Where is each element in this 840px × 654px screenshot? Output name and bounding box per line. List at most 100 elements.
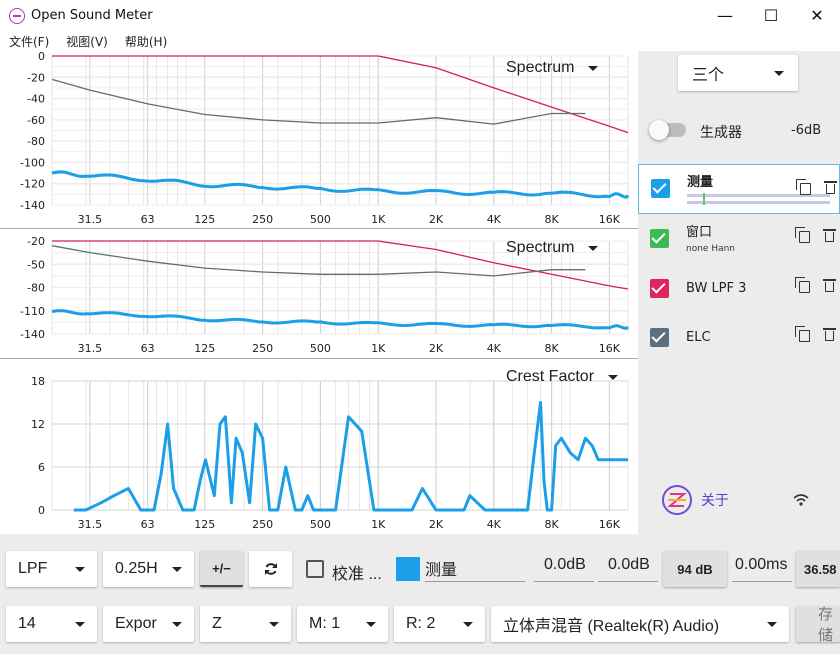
minimize-button[interactable]: — xyxy=(702,0,748,31)
gain-underline-2 xyxy=(598,581,658,582)
toolbar-bottom: 14 Expor Z M: 1 R: 2 立体声混音 (Realtek(R) A… xyxy=(0,598,840,654)
copy-icon[interactable] xyxy=(795,277,810,293)
chevron-down-icon xyxy=(774,70,784,76)
y-tick-label: 0 xyxy=(38,51,45,63)
weighting-select-label: Z xyxy=(212,615,222,632)
delay-underline xyxy=(732,581,792,582)
source-item-elc[interactable]: ELC xyxy=(638,314,840,364)
y-tick-label: -50 xyxy=(27,258,45,271)
x-tick-label: 2K xyxy=(429,213,444,226)
menu-file[interactable]: 文件(F) xyxy=(9,33,49,50)
generator-toggle[interactable] xyxy=(649,120,686,140)
menu-help[interactable]: 帮助(H) xyxy=(125,33,167,50)
calibrate-checkbox[interactable] xyxy=(306,560,324,578)
fft-size-label: 14 xyxy=(18,615,36,632)
menu-bar: 文件(F) 视图(V) 帮助(H) xyxy=(0,31,840,51)
source-item-measure[interactable]: 测量 xyxy=(638,164,840,214)
filter-select[interactable]: LPF xyxy=(6,551,97,587)
measure-channel-select[interactable]: M: 1 xyxy=(297,606,388,642)
chevron-down-icon xyxy=(75,566,85,572)
x-tick-label: 31.5 xyxy=(78,342,103,355)
series-line-measure xyxy=(51,170,630,199)
generator-label: 生成器 xyxy=(700,125,742,141)
plot-type-select-2[interactable]: Spectrum xyxy=(506,239,599,257)
spectrum-plot-2[interactable]: 31.5 63 125 250 500 1K 2K 4K 8K 16K -20 -50 -80 -110 -… xyxy=(0,230,638,359)
y-tick-label: -80 xyxy=(27,135,45,148)
x-tick-label: 4K xyxy=(487,342,502,355)
chevron-down-icon xyxy=(269,621,279,627)
y-tick-label: -20 xyxy=(27,235,45,248)
x-tick-label: 4K xyxy=(487,213,502,226)
x-tick-label: 63 xyxy=(141,213,155,226)
speed-select[interactable]: 0.25H xyxy=(103,551,194,587)
source-name: 测量 xyxy=(687,175,714,190)
x-tick-label: 125 xyxy=(194,342,215,355)
y-tick-label: 18 xyxy=(31,375,45,388)
gain-field-1[interactable]: 0.0dB xyxy=(544,556,586,574)
gain-field-2[interactable]: 0.0dB xyxy=(608,556,650,574)
source-color-swatch[interactable] xyxy=(396,557,420,581)
x-tick-label: 8K xyxy=(544,213,559,226)
audio-device-select[interactable]: 立体声混音 (Realtek(R) Audio) xyxy=(491,606,789,642)
source-item-lpf[interactable]: BW LPF 3 xyxy=(638,265,840,315)
x-tick-label: 250 xyxy=(252,213,273,226)
title-bar: Open Sound Meter — ☐ ✕ xyxy=(0,0,840,31)
maximize-button[interactable]: ☐ xyxy=(748,0,794,31)
wifi-icon[interactable] xyxy=(793,493,809,507)
layout-select[interactable]: 三个 xyxy=(678,55,798,91)
series-line-elc xyxy=(51,78,586,125)
polarity-button[interactable]: +/− xyxy=(200,551,243,587)
weighting-select[interactable]: Z xyxy=(200,606,291,642)
delay-field[interactable]: 0.00ms xyxy=(735,556,787,574)
trash-icon[interactable] xyxy=(823,279,836,292)
x-tick-label: 63 xyxy=(141,518,155,531)
trash-icon[interactable] xyxy=(824,181,837,194)
copy-icon[interactable] xyxy=(795,227,810,243)
source-name: 窗口 xyxy=(686,225,713,240)
x-tick-label: 63 xyxy=(141,342,155,355)
reference-channel-select[interactable]: R: 2 xyxy=(394,606,485,642)
x-tick-label: 125 xyxy=(194,518,215,531)
series-line-measure xyxy=(51,309,630,330)
copy-icon[interactable] xyxy=(796,179,811,195)
fft-size-select[interactable]: 14 xyxy=(6,606,97,642)
close-button[interactable]: ✕ xyxy=(794,0,840,31)
about-logo-icon[interactable] xyxy=(662,485,692,515)
plot-type-select-3[interactable]: Crest Factor xyxy=(506,368,619,386)
chevron-down-icon xyxy=(608,374,619,380)
source-checkbox[interactable] xyxy=(650,279,669,298)
x-tick-label: 500 xyxy=(310,518,331,531)
trash-icon[interactable] xyxy=(823,328,836,341)
app-logo-icon xyxy=(9,7,25,24)
crest-factor-plot[interactable]: 31.5 63 125 250 500 1K 2K 4K 8K 16K 18 12 6 0 Crest F… xyxy=(0,360,638,534)
generator-level[interactable]: -6dB xyxy=(791,123,821,138)
extra-button[interactable]: 36.58 xyxy=(796,551,840,587)
speed-select-label: 0.25H xyxy=(115,560,158,577)
mode-select[interactable]: Expor xyxy=(103,606,194,642)
source-item-window[interactable]: 窗口 none Hann xyxy=(638,215,840,265)
source-name-field[interactable]: 测量 xyxy=(425,556,457,580)
source-subtitle: none Hann xyxy=(686,244,736,254)
source-name: ELC xyxy=(686,330,711,345)
y-tick-label: 12 xyxy=(31,418,45,431)
source-checkbox[interactable] xyxy=(650,328,669,347)
x-tick-label: 125 xyxy=(194,213,215,226)
spectrum-chart-1: 31.5 63 125 250 500 1K 2K 4K 8K 16K 0 -20 -40 -60 -80 -… xyxy=(20,51,630,226)
save-button[interactable]: 存储 xyxy=(796,606,840,644)
copy-icon[interactable] xyxy=(795,326,810,342)
y-tick-label: -140 xyxy=(20,328,45,341)
series-line-measure xyxy=(73,401,628,512)
x-tick-label: 250 xyxy=(252,342,273,355)
about-link[interactable]: 关于 xyxy=(701,490,729,510)
plot-type-label: Crest Factor xyxy=(506,368,595,385)
x-tick-label: 250 xyxy=(252,518,273,531)
y-tick-label: -40 xyxy=(27,93,45,106)
plot-type-select-1[interactable]: Spectrum xyxy=(506,59,599,77)
refresh-button[interactable] xyxy=(249,551,292,587)
source-checkbox[interactable] xyxy=(651,179,670,198)
source-checkbox[interactable] xyxy=(650,229,669,248)
menu-view[interactable]: 视图(V) xyxy=(66,33,108,50)
trash-icon[interactable] xyxy=(823,229,836,242)
spl-button[interactable]: 94 dB xyxy=(663,551,727,587)
spectrum-plot-1[interactable]: 31.5 63 125 250 500 1K 2K 4K 8K 16K 0 -20 -40 -60 -80 -… xyxy=(0,51,638,229)
